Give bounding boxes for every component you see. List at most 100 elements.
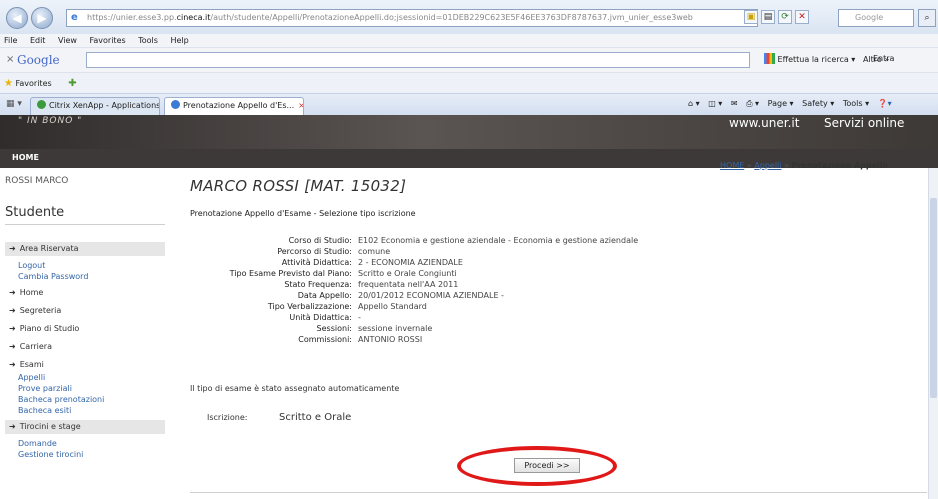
divider [5,224,165,225]
home-icon[interactable]: ⌂ ▾ [688,99,700,108]
detail-row: Stato Frequenza: frequentata nell'AA 2011 [190,279,750,290]
services-label[interactable]: Servizi online [824,116,904,130]
detail-key: Commissioni: [298,335,352,344]
detail-row: Attività Didattica: 2 - ECONOMIA AZIENDAL… [190,257,750,268]
refresh-icon[interactable]: ⟳ [778,10,792,24]
tab-bar: ▦ ▾ Citrix XenApp - Applications Prenota… [0,93,938,115]
tab-prenotazione[interactable]: Prenotazione Appello d'Es...× [164,97,304,115]
mail-icon[interactable]: ✉ [731,99,738,108]
arrow-right-icon: ➜ [9,422,16,431]
home-link[interactable]: HOME [12,153,39,162]
iscrizione-label: Iscrizione: [207,413,248,422]
detail-row: Data Appello: 20/01/2012 ECONOMIA AZIENDA… [190,290,750,301]
page-subtitle: Prenotazione Appello d'Esame - Selezione… [190,209,416,218]
sidebar-item-label: Home [19,288,44,297]
sidebar-item-esami[interactable]: ➜ Esami [5,358,165,372]
google-signin[interactable]: Entra [873,54,894,63]
sidebar-item-tirocini[interactable]: ➜ Tirocini e stage [5,420,165,434]
arrow-right-icon: ➜ [9,342,16,351]
menu-bar: File Edit View Favorites Tools Help [0,34,938,47]
proceed-button[interactable]: Procedi >> [514,458,580,473]
feeds-icon[interactable]: ◫ ▾ [708,99,722,108]
command-tools[interactable]: Tools ▾ [843,99,869,108]
arrow-right-icon: ➜ [9,360,16,369]
sidebar-item-label: Carriera [19,342,52,351]
help-icon[interactable]: ❓▾ [878,99,892,108]
sidebar-item-area-riservata[interactable]: ➜ Area Riservata [5,242,165,256]
citrix-icon [37,100,46,109]
detail-key: Percorso di Studio: [277,247,352,256]
breadcrumb: HOME » Appelli » Prenotazione Appello [720,161,888,170]
url-input[interactable]: e https://unier.esse3.pp.cineca.it/auth/… [66,9,758,27]
arrow-right-icon: ➜ [9,324,16,333]
sidebar-link-bacheca-esiti[interactable]: Bacheca esiti [5,405,165,416]
compatibility-icon[interactable]: ▤ [761,10,775,24]
menu-tools[interactable]: Tools [138,36,158,45]
sidebar-item-label: Tirocini e stage [19,422,81,431]
detail-row: Percorso di Studio: comune [190,246,750,257]
tab-prenotazione-title: Prenotazione Appello d'Es... [183,101,295,110]
menu-view[interactable]: View [58,36,77,45]
google-icon [764,53,775,64]
auto-assign-note: Il tipo di esame è stato assegnato autom… [190,384,400,393]
menu-file[interactable]: File [4,36,17,45]
sidebar-link-appelli[interactable]: Appelli [5,372,165,383]
user-name: ROSSI MARCO [5,176,69,186]
sidebar-item-piano-di-studio[interactable]: ➜ Piano di Studio [5,322,165,336]
stop-icon[interactable]: ✕ [795,10,809,24]
lock-icon[interactable]: ▣ [744,10,758,24]
add-favorite-icon[interactable]: ✚ [68,73,76,94]
site-url[interactable]: www.uner.it [729,116,799,130]
arrow-right-icon: ➜ [9,288,16,297]
quick-tabs-icon[interactable]: ▦ ▾ [6,99,22,109]
sidebar-link-gestione-tirocini[interactable]: Gestione tirocini [5,449,165,460]
favorites-star-icon[interactable]: ★ [4,78,13,89]
site-header: " IN BONO " www.uner.it Servizi online [0,115,938,149]
favorites-label[interactable]: Favorites [16,79,52,88]
detail-row: Tipo Esame Previsto dal Piano: Scritto e … [190,268,750,279]
search-icon[interactable]: ⌕ [918,9,936,27]
sidebar-item-carriera[interactable]: ➜ Carriera [5,340,165,354]
sidebar-item-label: Area Riservata [19,244,79,253]
close-tab-icon[interactable]: × [298,101,303,110]
site-motto: " IN BONO " [18,116,83,126]
detail-value: Scritto e Orale Congiunti [358,269,457,278]
detail-row: Sessioni: sessione invernale [190,323,750,334]
breadcrumb-appelli[interactable]: Appelli [754,161,781,170]
google-logo: Google [17,53,60,67]
menu-help[interactable]: Help [170,36,188,45]
sidebar-link-cambia-password[interactable]: Cambia Password [5,271,165,282]
command-page[interactable]: Page ▾ [768,99,794,108]
sidebar-link-domande[interactable]: Domande [5,438,165,449]
detail-value: 2 - ECONOMIA AZIENDALE [358,258,463,267]
search-input[interactable]: Google [838,9,914,27]
user-role: Studente [5,205,65,220]
menu-favorites[interactable]: Favorites [90,36,126,45]
sidebar-link-prove-parziali[interactable]: Prove parziali [5,383,165,394]
sidebar-link-bacheca-prenotazioni[interactable]: Bacheca prenotazioni [5,394,165,405]
tab-citrix-title: Citrix XenApp - Applications [49,101,160,110]
sidebar-link-logout[interactable]: Logout [5,260,165,271]
forward-icon[interactable]: ▶ [31,7,53,29]
breadcrumb-home[interactable]: HOME [720,161,744,170]
google-search-button[interactable]: Effettua la ricerca ▾ Altro » [764,53,889,64]
print-icon[interactable]: ⎙ ▾ [746,99,759,108]
detail-value: ANTONIO ROSSI [358,335,423,344]
close-toolbar-icon[interactable]: × [6,54,14,65]
detail-key: Corso di Studio: [288,236,352,245]
tab-citrix[interactable]: Citrix XenApp - Applications [30,97,160,115]
page-scrollbar[interactable] [928,168,938,499]
scrollbar-thumb[interactable] [930,198,937,398]
detail-key: Unità Didattica: [289,313,352,322]
back-icon[interactable]: ◀ [6,7,28,29]
detail-key: Stato Frequenza: [284,280,352,289]
sidebar-item-segreteria[interactable]: ➜ Segreteria [5,304,165,318]
detail-key: Tipo Esame Previsto dal Piano: [229,269,352,278]
google-search-input[interactable] [86,52,750,68]
breadcrumb-current: Prenotazione Appello [791,161,889,170]
ie-tab-icon [171,100,180,109]
command-safety[interactable]: Safety ▾ [802,99,834,108]
menu-edit[interactable]: Edit [30,36,46,45]
exam-details-table: Corso di Studio: E102 Economia e gestione… [190,235,750,345]
sidebar-item-home[interactable]: ➜ Home [5,286,165,300]
